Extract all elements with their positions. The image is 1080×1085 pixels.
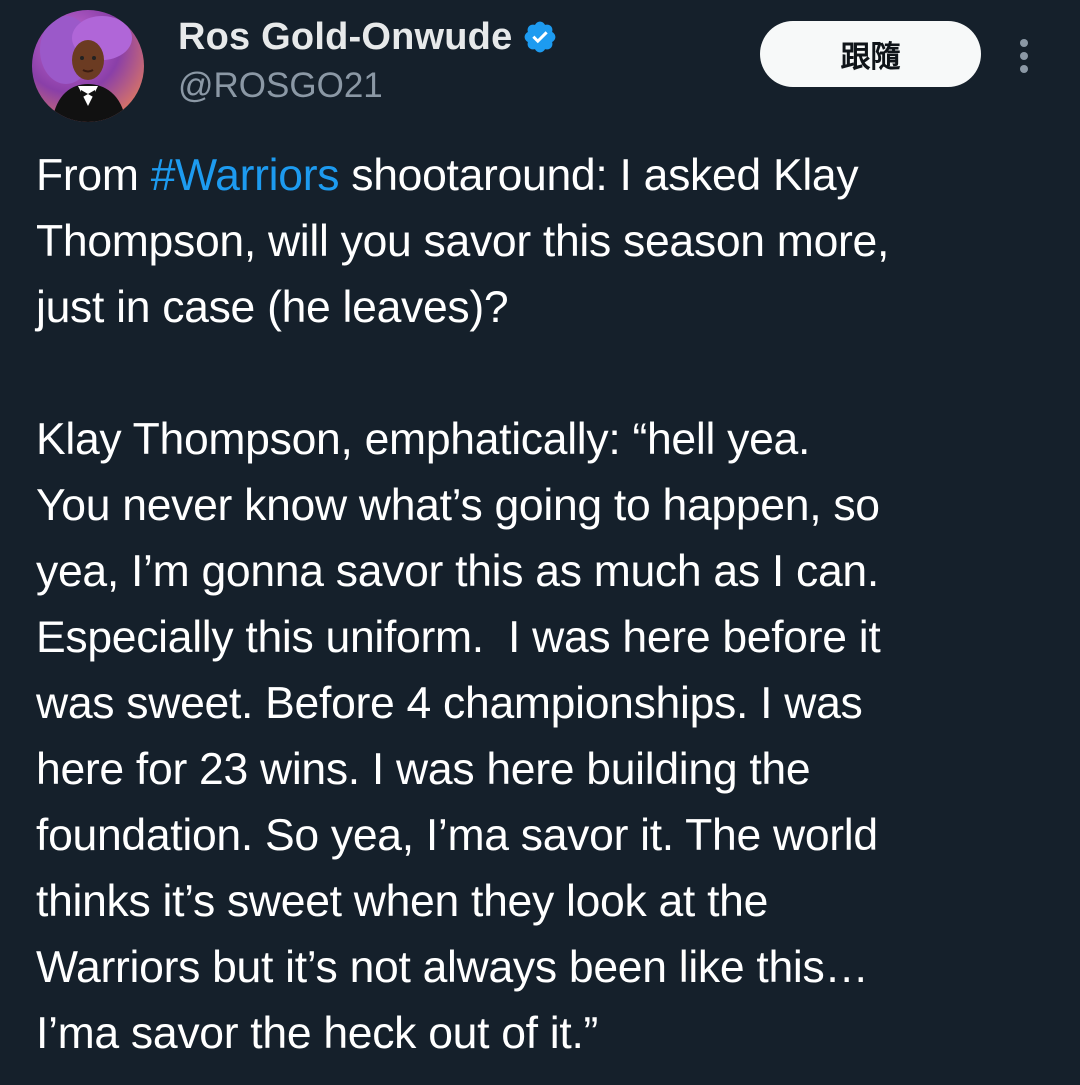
- tweet-line: thinks it’s sweet when they look at the: [36, 877, 769, 926]
- tweet-text-segment: shootaround: I asked Klay: [339, 151, 859, 200]
- tweet-line: just in case (he leaves)?: [36, 283, 509, 332]
- more-vertical-icon[interactable]: [1011, 36, 1037, 76]
- tweet-line: I’ma savor the heck out of it.”: [36, 1009, 599, 1058]
- tweet-line: Klay Thompson, emphatically: “hell yea.: [36, 415, 811, 464]
- author-handle[interactable]: @ROSGO21: [178, 66, 383, 106]
- author-display-name[interactable]: Ros Gold-Onwude: [178, 16, 512, 59]
- hashtag-link[interactable]: #Warriors: [151, 151, 340, 200]
- tweet-line: Thompson, will you savor this season mor…: [36, 217, 890, 266]
- verified-badge-icon: [525, 21, 556, 53]
- tweet-line: Especially this uniform. I was here befo…: [36, 613, 881, 662]
- follow-button[interactable]: 跟隨: [760, 21, 981, 87]
- tweet-body: From #Warriors shootaround: I asked Klay…: [36, 143, 1056, 1067]
- tweet-text-segment: From: [36, 151, 151, 200]
- tweet-line: here for 23 wins. I was here building th…: [36, 745, 811, 794]
- tweet: Ros Gold-Onwude @ROSGO21 跟隨 From #Warrio…: [0, 0, 1080, 1085]
- tweet-line: You never know what’s going to happen, s…: [36, 481, 880, 530]
- tweet-line: From #Warriors shootaround: I asked Klay: [36, 143, 1056, 209]
- profile-avatar[interactable]: [32, 10, 144, 122]
- author-name-row: Ros Gold-Onwude: [178, 14, 558, 60]
- tweet-line: foundation. So yea, I’ma savor it. The w…: [36, 811, 878, 860]
- tweet-line: Warriors but it’s not always been like t…: [36, 943, 869, 992]
- tweet-line: yea, I’m gonna savor this as much as I c…: [36, 547, 879, 596]
- avatar-image: [32, 10, 144, 122]
- tweet-line: was sweet. Before 4 championships. I was: [36, 679, 863, 728]
